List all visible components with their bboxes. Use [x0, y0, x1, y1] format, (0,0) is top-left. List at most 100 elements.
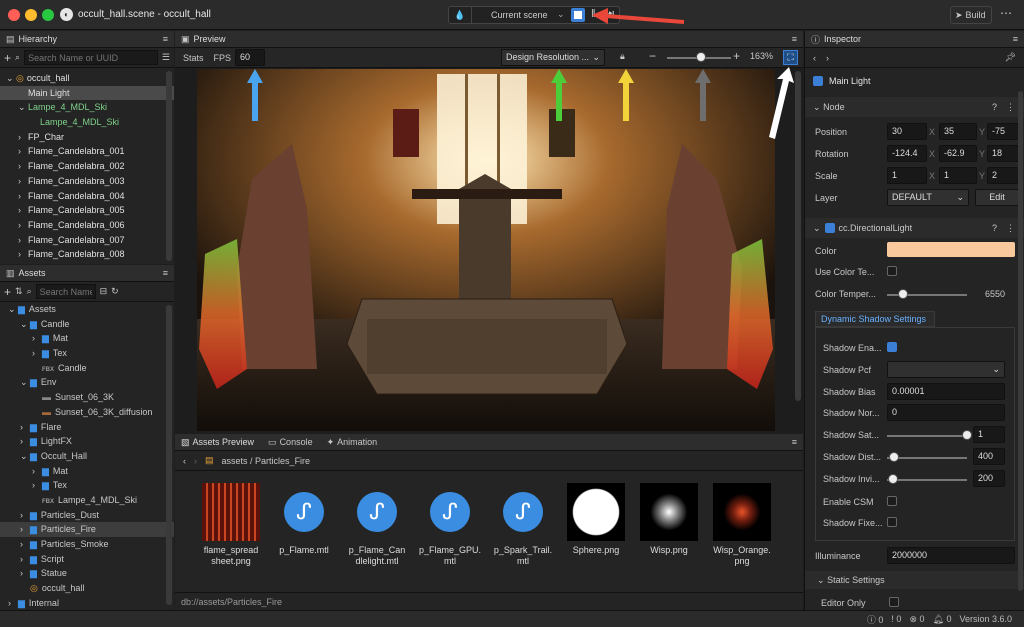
hierarchy-item[interactable]: › Flame_Candelabra_008: [0, 247, 174, 262]
fps-input[interactable]: 60: [235, 49, 266, 66]
asset-preview-item[interactable]: ᔑ p_Flame.mtl: [268, 483, 340, 567]
zoom-in-icon[interactable]: +: [733, 49, 740, 63]
asset-item[interactable]: ⌄ ▆ Env: [0, 375, 174, 390]
asset-item[interactable]: › ▆ Particles_Smoke: [0, 537, 174, 552]
hierarchy-item[interactable]: › Flame_Candelabra_002: [0, 159, 174, 174]
rotation-y[interactable]: -62.9: [939, 145, 977, 162]
rotation-z[interactable]: 18: [987, 145, 1019, 162]
asset-item[interactable]: › ▆ Mat: [0, 464, 174, 479]
droplet-icon[interactable]: 💧: [453, 9, 467, 22]
expand-arrow-icon[interactable]: ›: [18, 218, 28, 233]
minimize-window-button[interactable]: [25, 9, 37, 21]
expand-arrow-icon[interactable]: ›: [18, 159, 28, 174]
asset-item[interactable]: ▬ Sunset_06_3K: [0, 390, 174, 405]
shadow-saturation-value[interactable]: 1: [973, 426, 1005, 443]
scene-icon[interactable]: ⌄: [6, 71, 16, 86]
asset-item[interactable]: ⌄ ▆ Assets: [0, 302, 174, 317]
shadow-pcf-select[interactable]: ⌄: [887, 361, 1005, 378]
component-enabled-checkbox[interactable]: [824, 223, 835, 233]
scale-x[interactable]: 1: [887, 167, 927, 184]
expand-arrow-icon[interactable]: ›: [18, 130, 28, 145]
asset-preview-item[interactable]: Wisp.png: [633, 483, 705, 567]
enable-csm-checkbox[interactable]: [887, 496, 897, 506]
node-active-checkbox[interactable]: [813, 76, 823, 86]
expand-arrow-icon[interactable]: ⌄: [18, 100, 28, 115]
expand-arrow-icon[interactable]: ›: [18, 203, 28, 218]
forward-icon[interactable]: ›: [194, 456, 197, 466]
expand-arrow-icon[interactable]: ⌄: [20, 449, 30, 464]
shadow-enabled-checkbox[interactable]: [887, 342, 897, 352]
tab-dynamic-shadow[interactable]: Dynamic Shadow Settings: [815, 311, 935, 327]
asset-item[interactable]: ⌄ ▆ Occult_Hall: [0, 449, 174, 464]
asset-preview-item[interactable]: Wisp_Orange. png: [706, 483, 778, 567]
expand-arrow-icon[interactable]: ›: [20, 508, 30, 523]
scale-z[interactable]: 2: [987, 167, 1019, 184]
asset-item[interactable]: FBX Lampe_4_MDL_Ski: [0, 493, 174, 508]
expand-arrow-icon[interactable]: ›: [20, 434, 30, 449]
color-temp-knob[interactable]: [898, 289, 908, 299]
asset-item[interactable]: › ▆ Statue: [0, 566, 174, 581]
shadow-distance-slider[interactable]: [887, 457, 967, 459]
node-section-header[interactable]: ⌄ Node? ⋮: [805, 97, 1024, 117]
asset-item[interactable]: › ▆ Tex: [0, 346, 174, 361]
shadow-invisible-slider[interactable]: [887, 479, 967, 481]
panel-menu-icon[interactable]: ≡: [792, 437, 797, 447]
panel-menu-icon[interactable]: ≡: [163, 268, 168, 278]
asset-item[interactable]: › ▆ Particles_Dust: [0, 508, 174, 523]
preview-title[interactable]: Preview: [194, 34, 226, 44]
close-window-button[interactable]: [8, 9, 20, 21]
expand-arrow-icon[interactable]: ⌄: [8, 302, 18, 317]
notification-count[interactable]: 🔔︎ 0: [933, 614, 952, 625]
assets-scrollbar[interactable]: [166, 305, 172, 605]
add-node-icon[interactable]: +: [4, 51, 11, 65]
asset-item[interactable]: FBX Candle: [0, 361, 174, 376]
scale-y[interactable]: 1: [939, 167, 977, 184]
shadow-distance-value[interactable]: 400: [973, 448, 1005, 465]
tab-animation[interactable]: ✦ Animation: [327, 437, 378, 448]
expand-arrow-icon[interactable]: ›: [18, 144, 28, 159]
hierarchy-item[interactable]: › Flame_Candelabra_004: [0, 189, 174, 204]
color-temp-value[interactable]: 6550: [985, 289, 1005, 299]
layer-edit-button[interactable]: Edit: [975, 189, 1019, 206]
expand-arrow-icon[interactable]: ›: [32, 478, 42, 493]
asset-item[interactable]: › ▆ Flare: [0, 420, 174, 435]
expand-arrow-icon[interactable]: ⌄: [20, 317, 30, 332]
asset-preview-item[interactable]: Sphere.png: [560, 483, 632, 567]
expand-arrow-icon[interactable]: ›: [8, 596, 18, 611]
directional-light-header[interactable]: ⌄ cc.DirectionalLight ? ⋮: [805, 218, 1024, 238]
hierarchy-item[interactable]: › Flame_Candelabra_007: [0, 233, 174, 248]
window-menu-icon[interactable]: ⋯: [1000, 6, 1012, 20]
lock-icon[interactable]: 🔒︎: [620, 51, 625, 62]
asset-preview-item[interactable]: ᔑ p_Spark_Trail. mtl: [487, 483, 559, 567]
refresh-icon[interactable]: ↻: [111, 286, 119, 297]
position-y[interactable]: 35: [939, 123, 977, 140]
list-toggle-icon[interactable]: ☰: [162, 52, 170, 63]
expand-arrow-icon[interactable]: ›: [20, 566, 30, 581]
asset-item[interactable]: ▬ Sunset_06_3K_diffusion: [0, 405, 174, 420]
hierarchy-item[interactable]: Main Light: [0, 85, 174, 101]
back-icon[interactable]: ‹: [183, 456, 186, 466]
expand-arrow-icon[interactable]: ⌄: [20, 375, 30, 390]
fit-screen-icon[interactable]: ⛶: [783, 50, 798, 65]
position-x[interactable]: 30: [887, 123, 927, 140]
shadow-fixed-checkbox[interactable]: [887, 517, 897, 527]
inspector-scrollbar[interactable]: [1018, 91, 1023, 591]
hierarchy-scrollbar[interactable]: [166, 71, 172, 261]
hierarchy-item[interactable]: Lampe_4_MDL_Ski: [0, 115, 174, 130]
asset-preview-item[interactable]: ᔑ p_Flame_Can dlelight.mtl: [341, 483, 413, 567]
hierarchy-search-input[interactable]: [24, 50, 158, 65]
position-z[interactable]: -75: [987, 123, 1019, 140]
forward-icon[interactable]: ›: [826, 53, 829, 63]
hierarchy-item[interactable]: › FP_Char: [0, 130, 174, 145]
asset-item[interactable]: ⌄ ▆ Candle: [0, 317, 174, 332]
hierarchy-item[interactable]: ⌄ ◎ occult_hall: [0, 71, 174, 86]
asset-item[interactable]: › ▆ Tex: [0, 478, 174, 493]
panel-menu-icon[interactable]: ≡: [1013, 34, 1018, 44]
shadow-saturation-knob[interactable]: [962, 430, 972, 440]
panel-menu-icon[interactable]: ≡: [163, 34, 168, 44]
expand-arrow-icon[interactable]: ›: [20, 537, 30, 552]
error-count[interactable]: ⊗ 0: [909, 614, 924, 625]
static-settings-header[interactable]: ⌄ Static Settings: [805, 571, 1024, 589]
warning-count[interactable]: ! 0: [891, 614, 901, 624]
expand-arrow-icon[interactable]: ›: [18, 174, 28, 189]
